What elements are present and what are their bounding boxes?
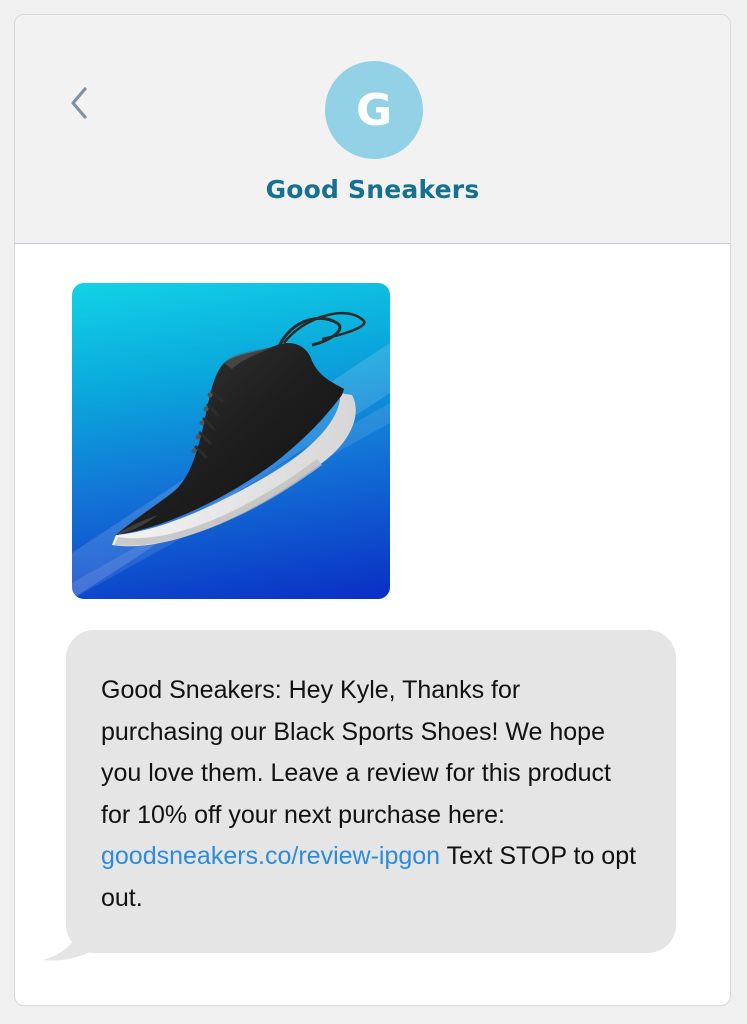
review-link[interactable]: goodsneakers.co/review-ipgon [101, 842, 440, 870]
message-bubble[interactable]: Good Sneakers: Hey Kyle, Thanks for purc… [66, 630, 676, 953]
contact-name[interactable]: Good Sneakers [15, 175, 730, 204]
black-sneaker-illustration [72, 311, 390, 599]
message-text-start: Good Sneakers: Hey Kyle, Thanks for purc… [101, 676, 611, 829]
conversation-header: G Good Sneakers [15, 15, 730, 244]
contact-avatar[interactable]: G [325, 61, 423, 159]
avatar-initial: G [355, 84, 393, 136]
conversation-body: Good Sneakers: Hey Kyle, Thanks for purc… [15, 244, 730, 1005]
message-thread-card: G Good Sneakers Good Sneakers: Hey Kyle,… [14, 14, 731, 1006]
chevron-left-icon[interactable] [67, 83, 93, 123]
sneaker-image[interactable] [72, 283, 390, 599]
